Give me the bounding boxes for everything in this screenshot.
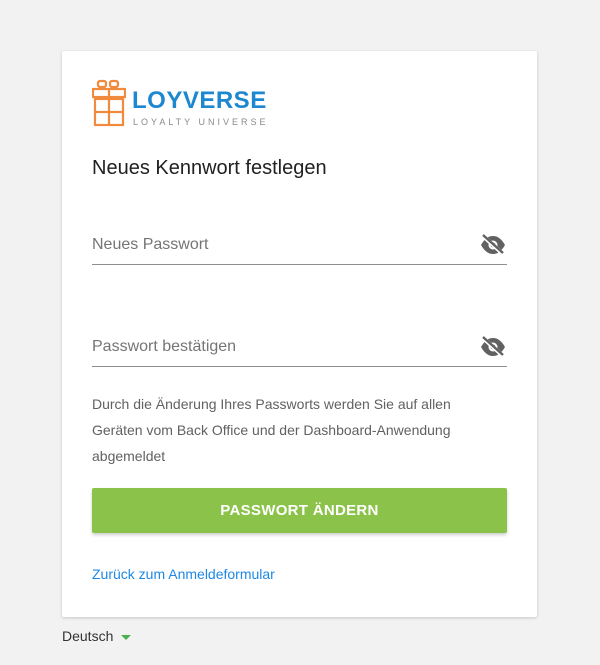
language-selector[interactable]: Deutsch <box>62 628 132 644</box>
logo-wordmark: LOYVERSE <box>132 87 267 114</box>
new-password-field <box>92 228 507 265</box>
loyverse-logo: LOYVERSE LOYALTY UNIVERSE <box>92 79 266 131</box>
logout-notice: Durch die Änderung Ihres Passworts werde… <box>92 396 451 464</box>
change-password-button[interactable]: PASSWORT ÄNDERN <box>92 488 507 533</box>
gift-box-icon <box>92 79 126 127</box>
eye-off-icon[interactable] <box>479 234 507 256</box>
language-label: Deutsch <box>62 628 114 644</box>
confirm-password-field <box>92 330 507 367</box>
new-password-input[interactable] <box>92 228 462 262</box>
set-password-card: LOYVERSE LOYALTY UNIVERSE Neues Kennwort… <box>62 51 537 617</box>
page-title: Neues Kennwort festlegen <box>92 157 327 179</box>
logo-tagline: LOYALTY UNIVERSE <box>133 117 269 127</box>
confirm-password-input[interactable] <box>92 330 462 364</box>
caret-down-icon <box>121 634 132 640</box>
back-to-login-link[interactable]: Zurück zum Anmeldeformular <box>92 566 275 582</box>
eye-off-icon[interactable] <box>479 336 507 358</box>
